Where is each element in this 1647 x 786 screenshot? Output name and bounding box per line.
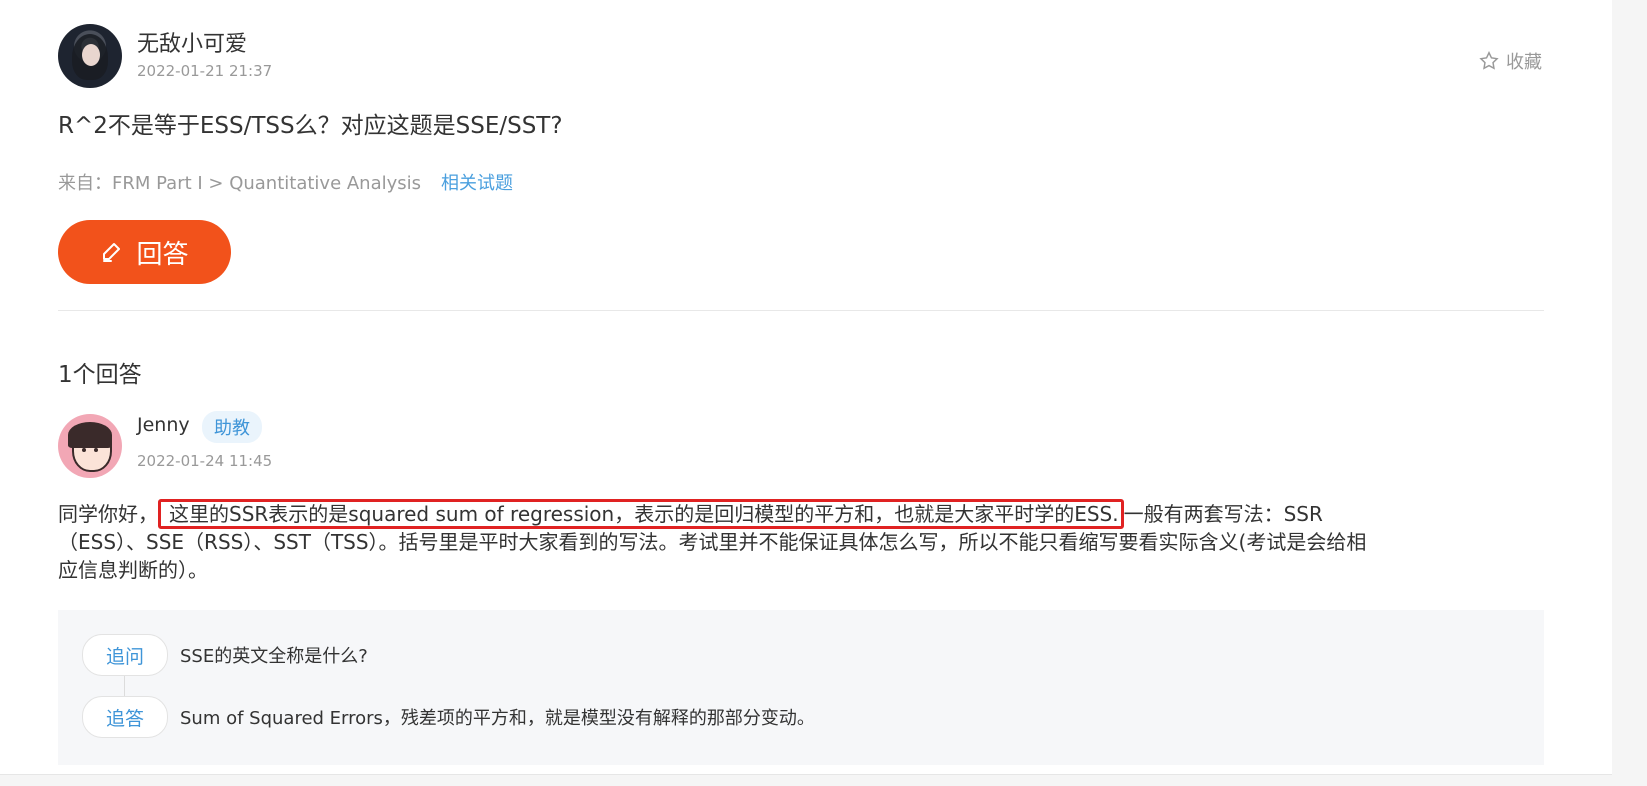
question-author-avatar[interactable] bbox=[58, 24, 122, 88]
answer-time: 2022-01-24 11:45 bbox=[137, 452, 273, 470]
answer-author-name[interactable]: Jenny bbox=[137, 414, 190, 436]
question-time: 2022-01-21 21:37 bbox=[137, 62, 273, 80]
right-scroll-rail[interactable] bbox=[1612, 0, 1647, 786]
favorite-label: 收藏 bbox=[1506, 52, 1542, 73]
pencil-icon bbox=[103, 243, 121, 262]
followup-thread: 追问 SSE的英文全称是什么? 追答 Sum of Squared Errors… bbox=[58, 610, 1544, 765]
followup-question-tag: 追问 bbox=[82, 634, 168, 676]
answer-button-label: 回答 bbox=[136, 239, 189, 270]
avatar-face bbox=[82, 44, 100, 66]
highlighted-answer-text: 这里的SSR表示的是squared sum of regression，表示的是… bbox=[158, 499, 1124, 529]
answer-author-avatar[interactable] bbox=[58, 414, 122, 478]
avatar-hair bbox=[68, 422, 112, 448]
followup-question-row: 追问 SSE的英文全称是什么? bbox=[82, 634, 368, 676]
bottom-bar bbox=[0, 774, 1612, 786]
thread-connector bbox=[124, 676, 125, 696]
answer-body: 同学你好， 这里的SSR表示的是squared sum of regression… bbox=[58, 499, 1378, 584]
section-divider bbox=[58, 310, 1544, 311]
qa-page: 无敌小可爱 2022-01-21 21:37 收藏 R^2不是等于ESS/TSS… bbox=[0, 0, 1647, 786]
favorite-button[interactable]: 收藏 bbox=[1478, 48, 1542, 74]
answer-count: 1个回答 bbox=[58, 362, 142, 388]
question-author-name[interactable]: 无敌小可爱 bbox=[137, 26, 247, 58]
source-text: 来自：FRM Part I > Quantitative Analysis bbox=[58, 173, 422, 194]
avatar-eye bbox=[94, 448, 98, 452]
question-source: 来自：FRM Part I > Quantitative Analysis 相关… bbox=[58, 169, 513, 195]
question-title: R^2不是等于ESS/TSS么？对应这题是SSE/SST? bbox=[58, 113, 563, 139]
followup-answer-tag: 追答 bbox=[82, 696, 168, 738]
followup-answer-text: Sum of Squared Errors，残差项的平方和，就是模型没有解释的那… bbox=[180, 708, 815, 729]
followup-answer-row: 追答 Sum of Squared Errors，残差项的平方和，就是模型没有解… bbox=[82, 696, 815, 738]
star-outline-icon bbox=[1479, 51, 1499, 70]
related-questions-link[interactable]: 相关试题 bbox=[441, 169, 513, 195]
role-badge: 助教 bbox=[202, 411, 262, 443]
answer-body-prefix: 同学你好， bbox=[58, 502, 158, 526]
avatar-eye bbox=[82, 448, 86, 452]
followup-question-text: SSE的英文全称是什么? bbox=[180, 646, 368, 667]
answer-button[interactable]: 回答 bbox=[58, 220, 231, 284]
